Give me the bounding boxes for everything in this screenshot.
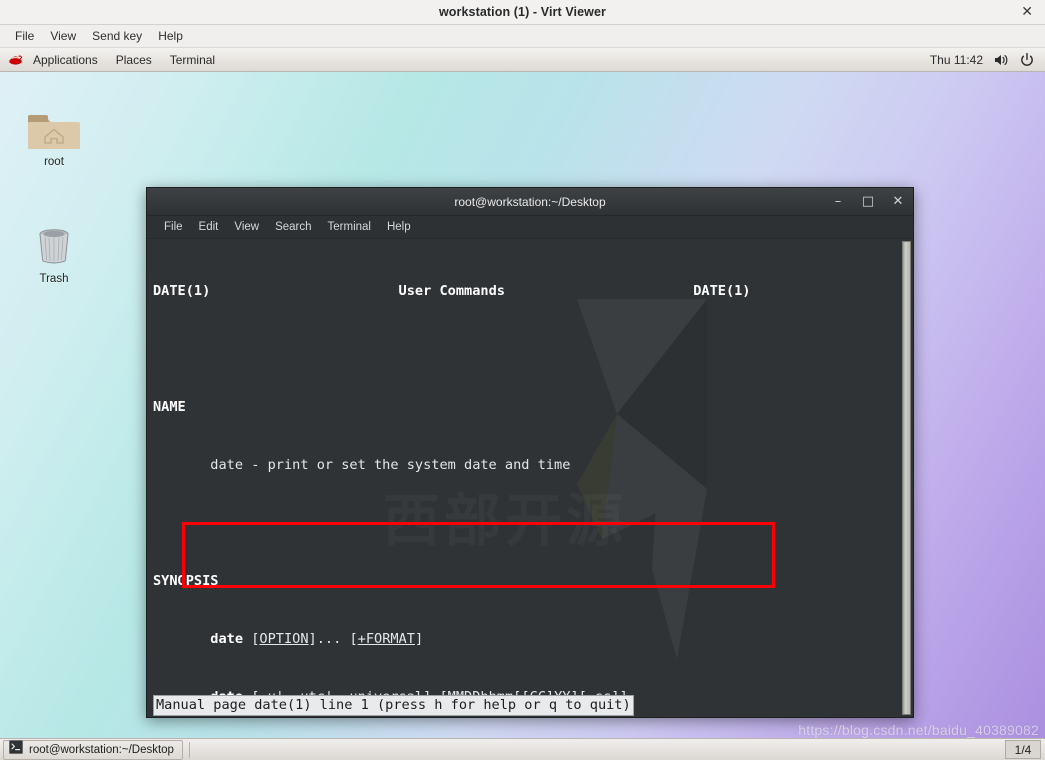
guest-screen: Applications Places Terminal Thu 11:42 r…: [0, 48, 1045, 760]
terminal-menu-search[interactable]: Search: [267, 219, 319, 235]
desktop-icon-label: root: [44, 156, 64, 168]
terminal-scrollbar[interactable]: [900, 239, 913, 717]
manpage-header-center: User Commands: [398, 282, 505, 299]
close-icon[interactable]: ✕: [891, 195, 905, 209]
terminal-titlebar[interactable]: root@workstation:~/Desktop – □ ✕: [147, 188, 913, 216]
terminal-menu-help[interactable]: Help: [379, 219, 419, 235]
trash-icon: [16, 221, 92, 269]
redhat-logo-icon: [8, 53, 23, 66]
vv-menu-help[interactable]: Help: [150, 27, 191, 45]
gnome-taskbar: root@workstation:~/Desktop 1/4: [0, 738, 1045, 760]
vv-menu-view[interactable]: View: [42, 27, 84, 45]
manpage-synopsis-line-1: date [[OPTION]OPTION]... [+FORMAT]: [210, 630, 424, 647]
vv-menu-file[interactable]: File: [7, 27, 42, 45]
terminal-menu-terminal[interactable]: Terminal: [320, 219, 379, 235]
power-icon[interactable]: [1019, 52, 1035, 68]
terminal-menu-file[interactable]: File: [156, 219, 191, 235]
terminal-menu-view[interactable]: View: [226, 219, 267, 235]
virt-viewer-titlebar: workstation (1) - Virt Viewer ✕: [0, 0, 1045, 25]
taskbar-window-label: root@workstation:~/Desktop: [29, 743, 174, 756]
terminal-icon: [9, 740, 23, 759]
scrollbar-thumb[interactable]: [902, 241, 911, 715]
virt-viewer-window: workstation (1) - Virt Viewer ✕ File Vie…: [0, 0, 1045, 760]
terminal-menubar: File Edit View Search Terminal Help: [147, 216, 913, 239]
manpage-blank: [153, 514, 900, 533]
workspace-switcher[interactable]: 1/4: [1005, 740, 1041, 759]
taskbar-separator: [188, 741, 190, 758]
panel-clock[interactable]: Thu 11:42: [930, 53, 983, 67]
pager-status-line: Manual page date(1) line 1 (press h for …: [153, 695, 634, 716]
virt-viewer-menubar: File View Send key Help: [0, 25, 1045, 48]
gnome-top-panel: Applications Places Terminal Thu 11:42: [0, 48, 1045, 72]
desktop-icon-trash[interactable]: Trash: [16, 221, 92, 285]
maximize-icon[interactable]: □: [861, 195, 875, 209]
minimize-icon[interactable]: –: [831, 195, 845, 209]
manpage-blank: [153, 340, 900, 359]
manpage-header-left: DATE(1): [153, 282, 211, 299]
taskbar-window-button[interactable]: root@workstation:~/Desktop: [3, 739, 183, 760]
terminal-body[interactable]: 西部开源 DATE(1) User Commands DATE(1) NAME …: [147, 239, 913, 717]
volume-icon[interactable]: [993, 52, 1009, 68]
close-icon[interactable]: ✕: [1021, 5, 1033, 19]
manpage-section-name: NAME: [153, 398, 186, 415]
panel-places-menu[interactable]: Places: [107, 51, 161, 69]
terminal-title: root@workstation:~/Desktop: [454, 194, 606, 209]
manpage-name-body: date - print or set the system date and …: [210, 456, 571, 473]
panel-terminal-menu[interactable]: Terminal: [161, 51, 224, 69]
panel-applications-menu[interactable]: Applications: [24, 51, 107, 69]
manpage-header-line: DATE(1) User Commands DATE(1): [153, 282, 900, 301]
manpage-header-right: DATE(1): [693, 282, 751, 299]
desktop-icon-root[interactable]: root: [16, 104, 92, 168]
desktop-icon-label: Trash: [39, 273, 69, 285]
manpage-section-synopsis: SYNOPSIS: [153, 572, 219, 589]
terminal-menu-edit[interactable]: Edit: [191, 219, 227, 235]
home-folder-icon: [16, 104, 92, 152]
vv-menu-send-key[interactable]: Send key: [84, 27, 150, 45]
virt-viewer-title: workstation (1) - Virt Viewer: [438, 5, 607, 19]
manpage-text: DATE(1) User Commands DATE(1) NAME date …: [147, 239, 900, 717]
terminal-window: root@workstation:~/Desktop – □ ✕ File Ed…: [146, 187, 914, 718]
